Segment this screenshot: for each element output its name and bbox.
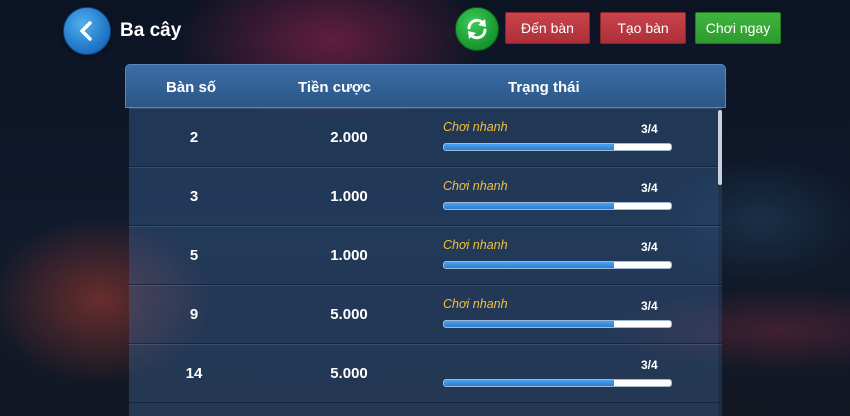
refresh-icon	[467, 18, 487, 40]
player-progress-bar	[443, 143, 672, 151]
table-row[interactable]: 3 1.000 Chơi nhanh 3/4	[129, 167, 722, 226]
player-count: 3/4	[641, 299, 658, 313]
player-count: 3/4	[641, 240, 658, 254]
back-button[interactable]	[63, 7, 111, 55]
progress-fill	[444, 203, 615, 209]
join-table-button[interactable]: Đến bàn	[505, 12, 590, 44]
table-scrollbar[interactable]	[718, 108, 722, 416]
table-header: Bàn số Tiền cược Trạng thái	[125, 64, 726, 108]
table-row[interactable]: 2 2.000 Chơi nhanh 3/4	[129, 108, 722, 167]
column-header-status: Trạng thái	[508, 79, 580, 96]
status-label: Chơi nhanh	[443, 179, 508, 193]
table-number: 14	[185, 365, 203, 382]
player-progress-bar	[443, 320, 672, 328]
table-list-panel: Bàn số Tiền cược Trạng thái 2 2.000 Chơi…	[125, 64, 726, 416]
page-title: Ba cây	[120, 20, 182, 41]
progress-fill	[444, 144, 615, 150]
bet-amount: 1.000	[330, 247, 368, 264]
column-header-table-number: Bàn số	[166, 79, 217, 96]
player-count: 3/4	[641, 181, 658, 195]
table-body[interactable]: 2 2.000 Chơi nhanh 3/4 3 1.000 Chơi nhan…	[129, 108, 722, 416]
player-progress-bar	[443, 202, 672, 210]
bet-amount: 5.000	[330, 306, 368, 323]
player-progress-bar	[443, 379, 672, 387]
progress-fill	[444, 321, 615, 327]
player-progress-bar	[443, 261, 672, 269]
status-label: Chơi nhanh	[443, 120, 508, 134]
player-count: 3/4	[641, 122, 658, 136]
table-row[interactable]: 5 1.000 Chơi nhanh 3/4	[129, 226, 722, 285]
create-table-button[interactable]: Tạo bàn	[600, 12, 686, 44]
table-row[interactable]: 14 5.000 3/4	[129, 344, 722, 403]
progress-fill	[444, 380, 615, 386]
scroll-thumb[interactable]	[718, 110, 722, 185]
status-label: Chơi nhanh	[443, 297, 508, 311]
refresh-button[interactable]	[455, 7, 499, 51]
status-label: Chơi nhanh	[443, 238, 508, 252]
progress-fill	[444, 262, 615, 268]
table-number: 9	[189, 306, 199, 323]
chevron-left-icon	[80, 21, 92, 41]
bet-amount: 5.000	[330, 365, 368, 382]
table-row[interactable]: 9 5.000 Chơi nhanh 3/4	[129, 285, 722, 344]
column-header-bet: Tiền cược	[298, 79, 371, 96]
bet-amount: 1.000	[330, 188, 368, 205]
play-now-button[interactable]: Chơi ngay	[695, 12, 781, 44]
player-count: 3/4	[641, 358, 658, 372]
table-number: 3	[189, 188, 199, 205]
table-number: 5	[189, 247, 199, 264]
top-bar: Ba cây Đến bàn Tạo bàn Chơi ngay	[0, 0, 850, 60]
table-number: 2	[189, 129, 199, 146]
bet-amount: 2.000	[330, 129, 368, 146]
